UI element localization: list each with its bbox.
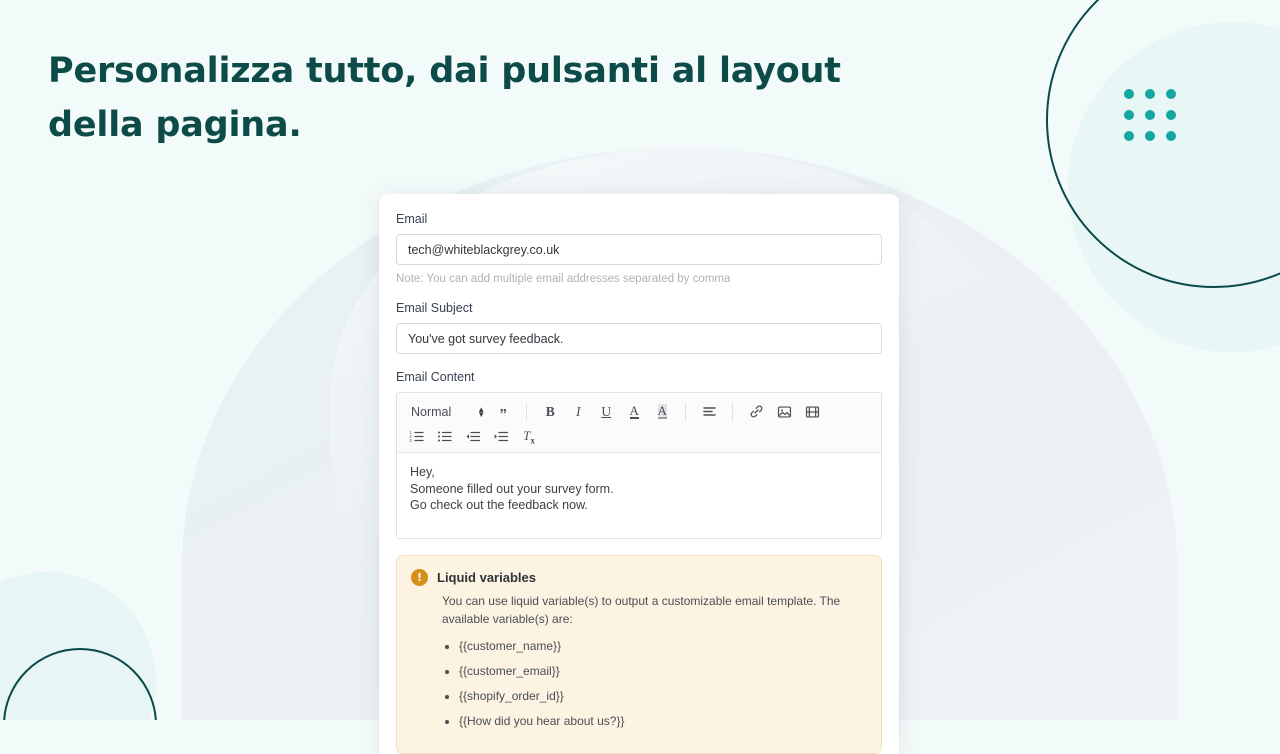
ordered-list-button[interactable]: 1 2 3 (406, 426, 428, 447)
callout-header: ! Liquid variables (411, 569, 867, 586)
warning-icon: ! (411, 569, 428, 586)
underline-button[interactable]: U (595, 401, 617, 422)
toolbar-divider (732, 402, 734, 421)
toolbar-row-two: 1 2 3 Tx (403, 425, 875, 448)
page-title: Personalizza tutto, dai pulsanti al layo… (48, 51, 841, 145)
bold-button[interactable]: B (539, 401, 561, 422)
list-item: {{shopify_order_id}} (459, 689, 867, 704)
email-settings-card: Email tech@whiteblackgrey.co.uk Note: Yo… (379, 194, 899, 754)
list-item: {{customer_name}} (459, 639, 867, 654)
list-item: {{customer_email}} (459, 664, 867, 679)
svg-text:3: 3 (409, 438, 412, 443)
link-button[interactable] (745, 401, 767, 422)
italic-button[interactable]: I (567, 401, 589, 422)
image-button[interactable] (773, 401, 795, 422)
updown-chevron-icon: ▲ ▼ (477, 404, 486, 419)
callout-description: You can use liquid variable(s) to output… (442, 594, 841, 626)
email-note: Note: You can add multiple email address… (396, 273, 731, 285)
email-label: Email (396, 212, 428, 226)
align-left-button[interactable] (698, 401, 720, 422)
highlight-color-button[interactable]: A (651, 401, 673, 422)
toolbar-divider (526, 402, 528, 421)
callout-title: Liquid variables (437, 570, 536, 585)
email-subject-input[interactable]: You've got survey feedback. (396, 323, 882, 354)
editor-content-area[interactable]: Hey, Someone filled out your survey form… (397, 453, 881, 538)
text-style-group: B I U A A (536, 401, 676, 422)
email-subject-label: Email Subject (396, 301, 473, 315)
clear-formatting-button[interactable]: Tx (518, 426, 540, 447)
format-picker[interactable]: Normal ▲ ▼ (403, 405, 489, 419)
bullet-list-button[interactable] (434, 426, 456, 447)
liquid-variable-list: {{customer_name}} {{customer_email}} {{s… (442, 639, 867, 729)
indent-button[interactable] (490, 426, 512, 447)
text-color-glyph: A (629, 403, 639, 419)
text-color-button[interactable]: A (623, 401, 645, 422)
video-button[interactable] (801, 401, 823, 422)
editor-line: Someone filled out your survey form. (410, 481, 614, 496)
dot-grid-icon (1124, 89, 1176, 141)
list-item: {{How did you hear about us?}} (459, 714, 867, 729)
editor-line: Go check out the feedback now. (410, 498, 588, 512)
format-picker-label: Normal (411, 404, 452, 419)
editor-line: Hey, (410, 465, 435, 479)
toolbar-divider (685, 402, 687, 421)
email-content-label: Email Content (396, 370, 475, 384)
email-input[interactable]: tech@whiteblackgrey.co.uk (396, 234, 882, 265)
outdent-button[interactable] (462, 426, 484, 447)
editor-toolbar: Normal ▲ ▼ ” B I U A A 1 2 3 Tx (397, 393, 881, 453)
liquid-variables-callout: ! Liquid variables You can use liquid va… (396, 555, 882, 754)
blockquote-button[interactable]: ” (492, 398, 514, 425)
highlight-color-glyph: A (657, 403, 667, 419)
rich-text-editor: Normal ▲ ▼ ” B I U A A 1 2 3 Tx Hey, Som… (396, 392, 882, 539)
